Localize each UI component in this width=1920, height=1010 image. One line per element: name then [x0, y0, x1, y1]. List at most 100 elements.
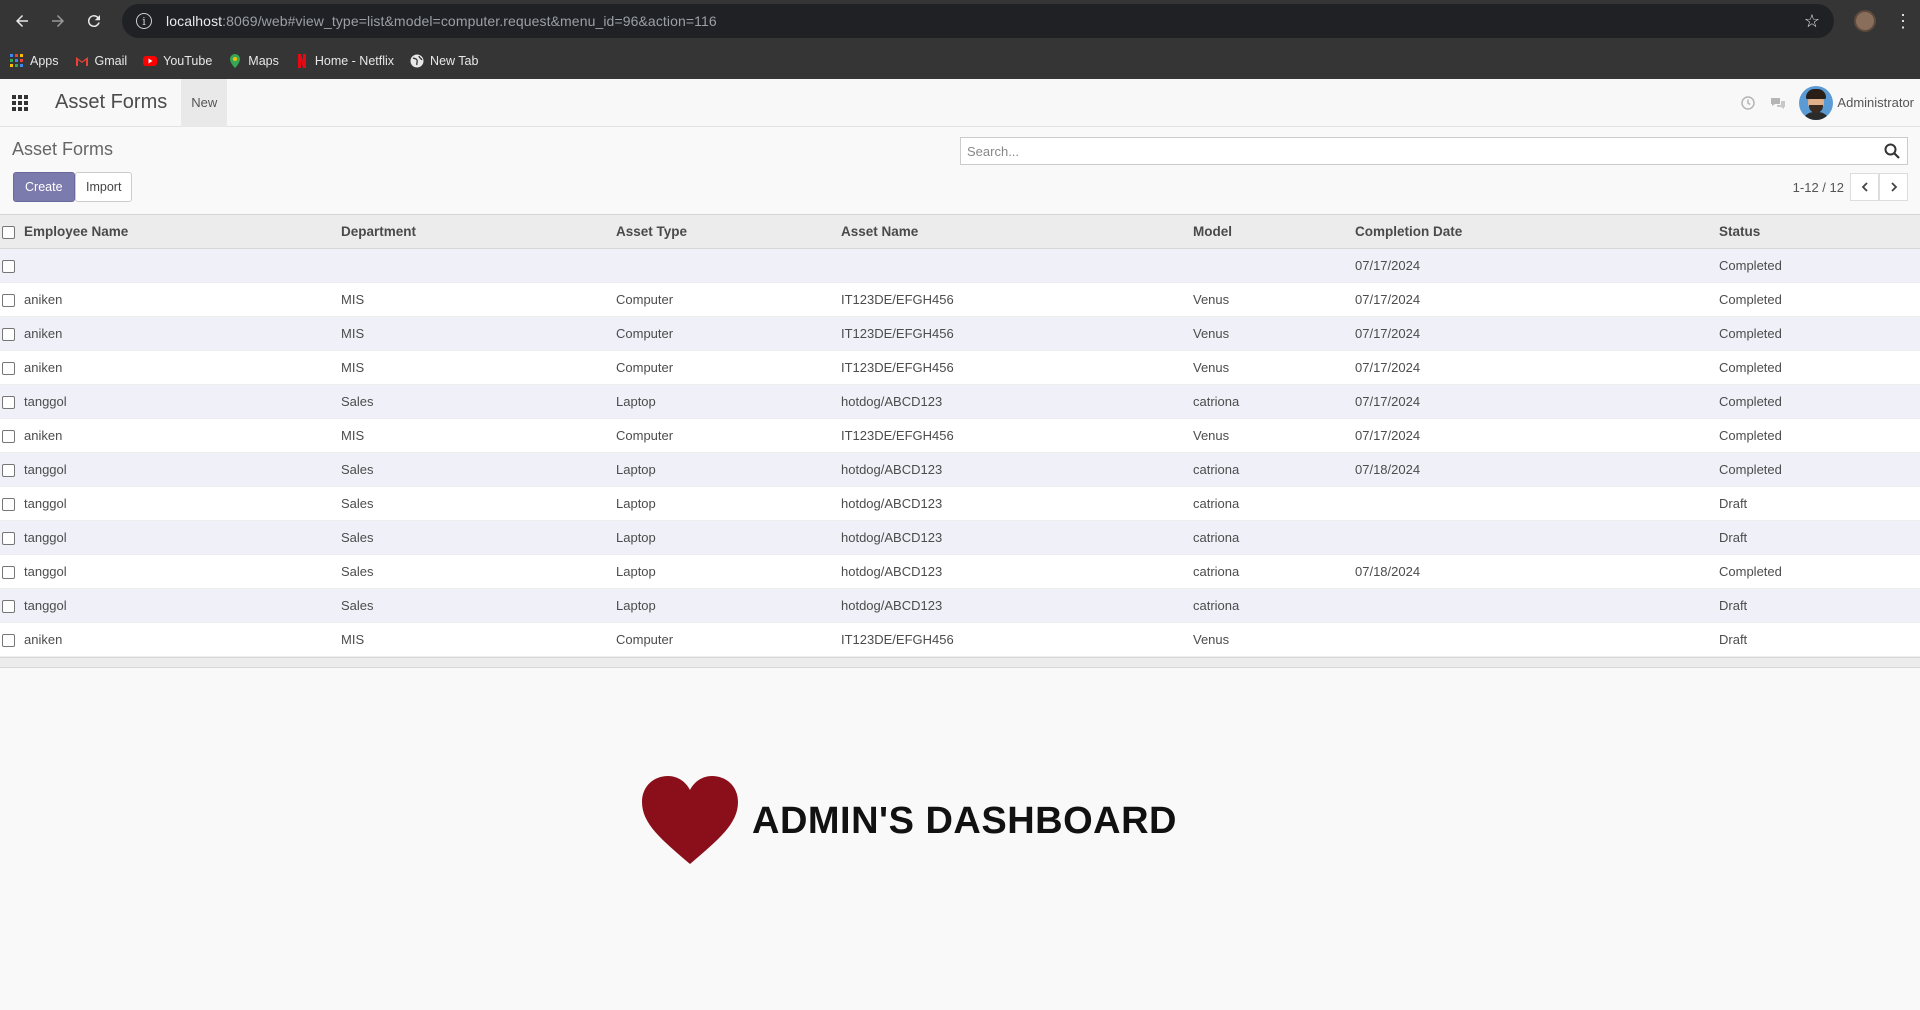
row-checkbox[interactable]	[2, 464, 15, 478]
pager-previous-button[interactable]	[1850, 173, 1879, 201]
row-checkbox[interactable]	[2, 566, 15, 580]
pager-value[interactable]: 1-12 / 12	[1793, 180, 1844, 195]
activity-clock-icon[interactable]	[1733, 95, 1763, 110]
bookmark-netflix[interactable]: Home - Netflix	[295, 53, 394, 68]
row-checkbox[interactable]	[2, 634, 15, 648]
bookmark-youtube[interactable]: YouTube	[143, 54, 212, 68]
app-title[interactable]: Asset Forms	[40, 91, 181, 114]
cell-asset-name: IT123DE/EFGH456	[841, 282, 1193, 317]
bookmark-new-tab[interactable]: New Tab	[410, 54, 478, 68]
column-asset-name[interactable]: Asset Name	[841, 214, 1193, 249]
chevron-right-icon	[1890, 182, 1897, 192]
cell-employee-name: tanggol	[24, 588, 341, 623]
user-avatar[interactable]	[1799, 85, 1834, 120]
cell-department: Sales	[341, 554, 616, 589]
bookmark-maps[interactable]: Maps	[228, 53, 279, 68]
cell-status: Draft	[1719, 486, 1920, 521]
table-row[interactable]: tanggol Sales Laptop hotdog/ABCD123 catriona…	[0, 520, 1920, 555]
column-status[interactable]: Status	[1719, 214, 1920, 249]
cell-asset-name: IT123DE/EFGH456	[841, 622, 1193, 657]
row-select-cell	[0, 316, 24, 351]
cell-completion-date: 07/18/2024	[1355, 452, 1719, 487]
bookmark-gmail[interactable]: Gmail	[75, 53, 128, 68]
cell-completion-date	[1355, 588, 1719, 623]
user-name[interactable]: Administrator	[1837, 95, 1914, 110]
cell-asset-name: hotdog/ABCD123	[841, 554, 1193, 589]
row-checkbox[interactable]	[2, 294, 15, 308]
table-row[interactable]: tanggol Sales Laptop hotdog/ABCD123 catriona…	[0, 384, 1920, 419]
table-row[interactable]: 07/17/2024 Completed	[0, 248, 1920, 283]
cell-asset-name: IT123DE/EFGH456	[841, 316, 1193, 351]
cell-completion-date	[1355, 622, 1719, 657]
column-employee-name[interactable]: Employee Name	[24, 214, 341, 249]
app-menu-button[interactable]	[0, 79, 40, 127]
row-checkbox[interactable]	[2, 328, 15, 342]
column-model[interactable]: Model	[1193, 214, 1355, 249]
table-row[interactable]: tanggol Sales Laptop hotdog/ABCD123 catriona…	[0, 486, 1920, 521]
cell-asset-type: Laptop	[616, 452, 841, 487]
search-input[interactable]	[967, 143, 1883, 159]
back-button[interactable]	[8, 7, 36, 35]
bookmarks-bar: Apps Gmail YouTube Maps Home - Netflix N…	[0, 42, 1920, 79]
bookmark-label: Apps	[30, 53, 59, 68]
column-asset-type[interactable]: Asset Type	[616, 214, 841, 249]
row-checkbox[interactable]	[2, 362, 15, 376]
column-department[interactable]: Department	[341, 214, 616, 249]
dashboard-title: ADMIN'S DASHBOARD	[752, 799, 1177, 842]
cell-employee-name: tanggol	[24, 554, 341, 589]
cell-employee-name: aniken	[24, 316, 341, 351]
odoo-navbar: Asset Forms New Administrator	[0, 78, 1920, 127]
reload-button[interactable]	[80, 7, 108, 35]
row-checkbox[interactable]	[2, 430, 15, 444]
column-completion-date[interactable]: Completion Date	[1355, 214, 1719, 249]
row-checkbox[interactable]	[2, 498, 15, 512]
dashboard-banner: ADMIN'S DASHBOARD	[640, 776, 1177, 866]
cell-completion-date: 07/17/2024	[1355, 248, 1719, 283]
cell-employee-name: tanggol	[24, 486, 341, 521]
row-checkbox[interactable]	[2, 532, 15, 546]
table-row[interactable]: aniken MIS Computer IT123DE/EFGH456 Venus 07/…	[0, 316, 1920, 351]
browser-menu-icon[interactable]: ⋮	[1894, 11, 1912, 32]
pager-next-button[interactable]	[1879, 173, 1908, 201]
table-row[interactable]: aniken MIS Computer IT123DE/EFGH456 Venus 07/…	[0, 282, 1920, 317]
table-row[interactable]: tanggol Sales Laptop hotdog/ABCD123 catriona…	[0, 588, 1920, 623]
select-all-checkbox[interactable]	[2, 225, 15, 239]
cell-department: MIS	[341, 316, 616, 351]
import-button[interactable]: Import	[75, 172, 133, 202]
cell-model: Venus	[1193, 316, 1355, 351]
table-row[interactable]: tanggol Sales Laptop hotdog/ABCD123 catriona…	[0, 452, 1920, 487]
cell-model: catriona	[1193, 452, 1355, 487]
cell-completion-date	[1355, 486, 1719, 521]
messages-chat-icon[interactable]	[1763, 96, 1793, 110]
row-checkbox[interactable]	[2, 260, 15, 274]
menu-new[interactable]: New	[181, 78, 228, 127]
control-panel: Asset Forms Create Import 1-12 / 12	[0, 127, 1920, 214]
site-info-icon[interactable]: i	[136, 13, 152, 29]
row-checkbox[interactable]	[2, 600, 15, 614]
reload-icon	[87, 15, 100, 28]
bookmark-label: Gmail	[94, 53, 128, 68]
bookmark-star-icon[interactable]: ☆	[1804, 11, 1820, 32]
table-row[interactable]: aniken MIS Computer IT123DE/EFGH456 Venus 07/…	[0, 350, 1920, 385]
cell-completion-date: 07/17/2024	[1355, 418, 1719, 453]
search-icon[interactable]	[1883, 142, 1901, 160]
cell-status: Draft	[1719, 588, 1920, 623]
browser-profile-avatar[interactable]	[1854, 10, 1876, 32]
select-all-cell	[0, 214, 24, 249]
table-row[interactable]: aniken MIS Computer IT123DE/EFGH456 Venus Dra…	[0, 622, 1920, 657]
table-header: Employee Name Department Asset Type Asse…	[0, 214, 1920, 249]
browser-chrome: i localhost:8069/web#view_type=list&mode…	[0, 0, 1920, 79]
maps-icon	[228, 53, 242, 68]
cell-employee-name: tanggol	[24, 452, 341, 487]
create-button[interactable]: Create	[13, 172, 75, 202]
cell-asset-type	[616, 248, 841, 283]
cell-status: Draft	[1719, 520, 1920, 555]
address-bar[interactable]: i localhost:8069/web#view_type=list&mode…	[122, 4, 1834, 38]
row-checkbox[interactable]	[2, 396, 15, 410]
table-row[interactable]: tanggol Sales Laptop hotdog/ABCD123 catriona…	[0, 554, 1920, 589]
forward-button[interactable]	[44, 7, 72, 35]
bookmark-apps[interactable]: Apps	[10, 53, 59, 68]
cell-status: Completed	[1719, 452, 1920, 487]
cell-asset-name: hotdog/ABCD123	[841, 452, 1193, 487]
table-row[interactable]: aniken MIS Computer IT123DE/EFGH456 Venus 07/…	[0, 418, 1920, 453]
